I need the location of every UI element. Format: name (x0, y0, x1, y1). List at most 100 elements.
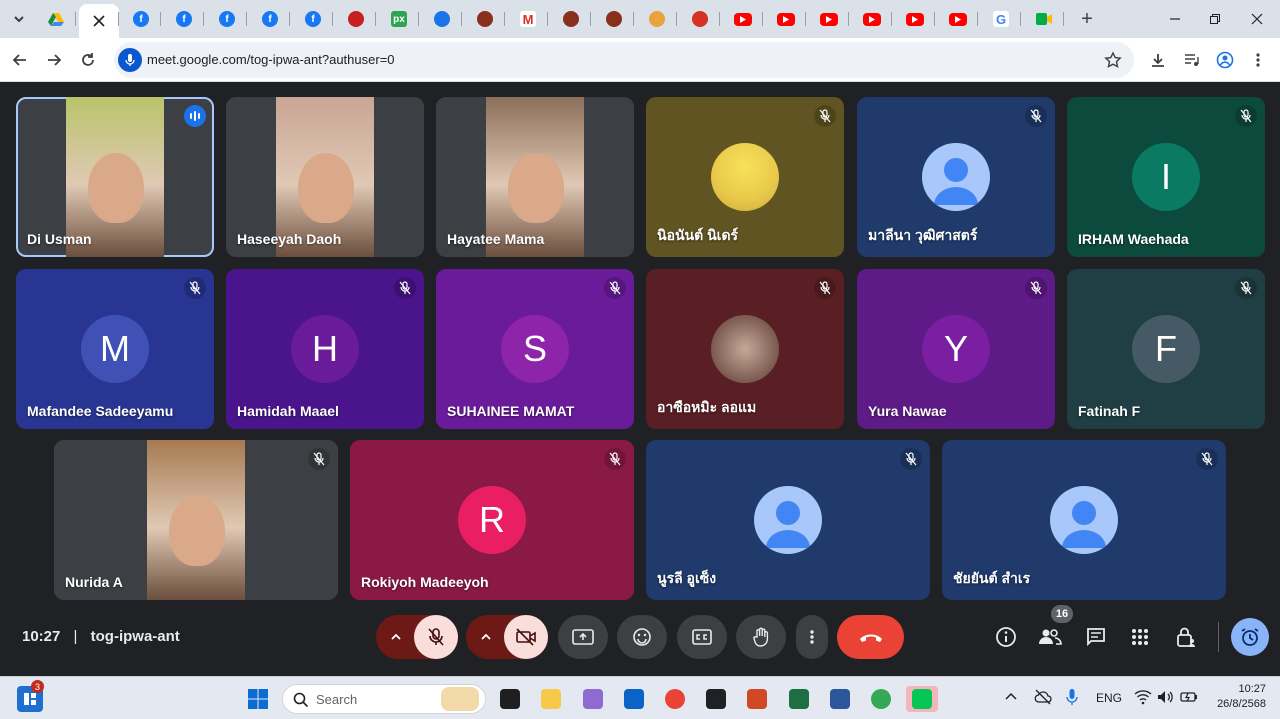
browser-tab[interactable] (809, 4, 849, 34)
host-controls-button[interactable] (1172, 623, 1200, 651)
chatgpt-icon[interactable] (703, 686, 729, 712)
participant-tile[interactable]: F Fatinah F (1067, 269, 1265, 429)
raise-hand-button[interactable] (736, 615, 786, 659)
language-indicator[interactable]: ENG (1096, 691, 1122, 705)
taskbar-search-box[interactable]: Search (282, 684, 486, 714)
minimize-button[interactable] (1160, 4, 1190, 34)
outlook-icon[interactable] (621, 686, 647, 712)
participant-tile[interactable]: ชัยยันต์ สำเร (942, 440, 1226, 600)
reload-button[interactable] (76, 48, 100, 72)
audio-options-button[interactable] (376, 615, 416, 659)
reactions-button[interactable] (617, 615, 667, 659)
captions-button[interactable] (677, 615, 727, 659)
browser-tab[interactable] (852, 4, 892, 34)
battery-icon[interactable] (1180, 689, 1198, 710)
microphone-toggle-button[interactable] (414, 615, 458, 659)
word-icon[interactable] (827, 686, 853, 712)
volume-icon[interactable] (1157, 689, 1175, 710)
participant-tile[interactable]: H Hamidah Maael (226, 269, 424, 429)
participant-tile[interactable]: มาลีนา วุฒิศาสตร์ (857, 97, 1055, 257)
participant-tile[interactable]: Hayatee Mama (436, 97, 634, 257)
browser-tab[interactable] (551, 4, 591, 34)
reload-icon (82, 53, 94, 66)
chevron-up-icon (391, 633, 401, 640)
downloads-button[interactable] (1146, 48, 1170, 72)
meeting-details-button[interactable] (992, 623, 1020, 651)
task-view-icon[interactable] (497, 686, 523, 712)
browser-tab[interactable] (336, 4, 376, 34)
participant-tile[interactable]: อาซือหมิะ ลอแม (646, 269, 844, 429)
participant-tile[interactable]: นูรลี อูเซ็ง (646, 440, 930, 600)
browser-tab[interactable] (680, 4, 720, 34)
close-icon (91, 13, 107, 29)
copilot-icon[interactable] (580, 686, 606, 712)
address-bar[interactable]: meet.google.com/tog-ipwa-ant?authuser=0 (114, 42, 1134, 78)
show-hidden-icons-button[interactable] (1004, 690, 1018, 709)
participant-tile[interactable]: Di Usman (16, 97, 214, 257)
word-glyph (830, 689, 850, 709)
close-window-button[interactable] (1242, 4, 1272, 34)
new-tab-button[interactable]: + (1072, 4, 1102, 34)
browser-tab[interactable]: f (121, 4, 161, 34)
browser-tab[interactable] (36, 4, 76, 34)
browser-tab[interactable]: f (250, 4, 290, 34)
back-button[interactable] (8, 48, 32, 72)
bookmark-star-icon[interactable] (1104, 51, 1122, 74)
line-app-icon[interactable] (906, 686, 938, 712)
excel-icon[interactable] (786, 686, 812, 712)
browser-tab[interactable] (723, 4, 763, 34)
profile-button[interactable] (1213, 48, 1237, 72)
wifi-icon[interactable] (1134, 689, 1152, 710)
leave-call-button[interactable] (837, 615, 904, 659)
browser-tab[interactable] (422, 4, 462, 34)
people-button[interactable]: 16 (1036, 605, 1073, 651)
forward-button[interactable] (42, 48, 66, 72)
facebook-icon: f (219, 11, 235, 27)
video-options-button[interactable] (466, 615, 506, 659)
microphone-in-use-icon[interactable] (1066, 688, 1078, 711)
file-explorer-icon[interactable] (538, 686, 564, 712)
present-screen-button[interactable] (558, 615, 608, 659)
participant-tile[interactable]: S SUHAINEE MAMAT (436, 269, 634, 429)
restore-button[interactable] (1200, 4, 1230, 34)
browser-tab[interactable] (766, 4, 806, 34)
chrome-icon[interactable] (662, 686, 688, 712)
browser-tab[interactable]: px (379, 4, 419, 34)
camera-toggle-button[interactable] (504, 615, 548, 659)
browser-tab[interactable]: G (981, 4, 1021, 34)
browser-tab[interactable] (1024, 4, 1064, 34)
cloud-off-icon[interactable] (1034, 689, 1052, 710)
browser-tab[interactable] (938, 4, 978, 34)
powerpoint-icon[interactable] (744, 686, 770, 712)
timer-button[interactable] (1231, 618, 1269, 656)
media-control-button[interactable] (1180, 48, 1204, 72)
closed-caption-icon (692, 629, 712, 645)
activities-button[interactable] (1126, 623, 1154, 651)
participant-tile[interactable]: R Rokiyoh Madeeyoh (350, 440, 634, 600)
start-button[interactable] (245, 686, 271, 712)
chat-button[interactable] (1082, 623, 1110, 651)
participant-tile[interactable]: Haseeyah Daoh (226, 97, 424, 257)
tab-search-button[interactable] (4, 4, 34, 34)
participant-tile[interactable]: I IRHAM Waehada (1067, 97, 1265, 257)
browser-tab[interactable] (594, 4, 634, 34)
browser-tab[interactable] (79, 4, 119, 38)
widgets-button[interactable]: 3 (17, 680, 44, 712)
browser-tab[interactable]: M (508, 4, 548, 34)
browser-tab[interactable] (895, 4, 935, 34)
microphone-indicator-icon[interactable] (118, 48, 142, 72)
system-clock[interactable]: 10:27 26/8/2568 (1206, 682, 1266, 712)
chrome-profile-icon[interactable] (868, 686, 894, 712)
participant-tile[interactable]: M Mafandee Sadeeyamu (16, 269, 214, 429)
participant-tile[interactable]: Y Yura Nawae (857, 269, 1055, 429)
browser-tab[interactable] (465, 4, 505, 34)
browser-menu-button[interactable] (1246, 48, 1270, 72)
more-options-button[interactable] (796, 615, 828, 659)
browser-tab[interactable]: f (293, 4, 333, 34)
participant-name: Hayatee Mama (447, 231, 545, 247)
participant-tile[interactable]: Nurida A (54, 440, 338, 600)
browser-tab[interactable]: f (207, 4, 247, 34)
participant-tile[interactable]: นิอนันต์ นิเดร์ (646, 97, 844, 257)
browser-tab[interactable] (637, 4, 677, 34)
browser-tab[interactable]: f (164, 4, 204, 34)
